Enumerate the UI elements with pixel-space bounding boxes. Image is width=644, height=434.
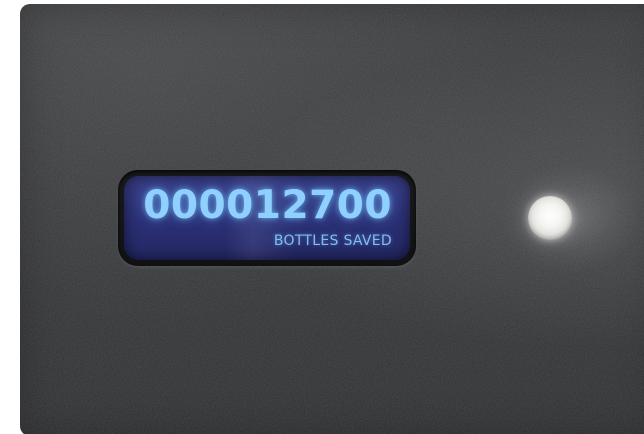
counter-screen: 000012700 BOTTLES SAVED <box>124 176 410 260</box>
status-light-icon <box>528 196 572 240</box>
bottle-count: 000012700 <box>143 183 392 228</box>
device-panel: 000012700 BOTTLES SAVED <box>20 4 644 434</box>
counter-label: BOTTLES SAVED <box>273 233 392 249</box>
counter-display: 000012700 BOTTLES SAVED <box>118 170 416 266</box>
scene: 000012700 BOTTLES SAVED <box>0 0 644 434</box>
